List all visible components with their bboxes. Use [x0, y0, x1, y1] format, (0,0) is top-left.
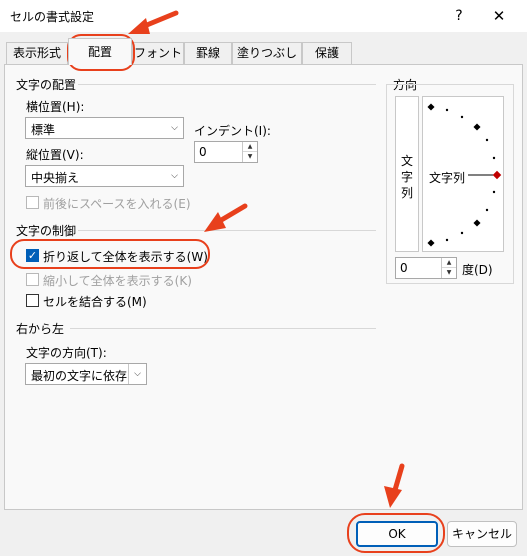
- arrow-icon: [204, 203, 248, 232]
- arrow-icon: [384, 463, 405, 508]
- annotation-arrows: [128, 10, 405, 508]
- arrow-icon: [128, 10, 179, 34]
- tab-alignment[interactable]: 配置: [68, 38, 132, 65]
